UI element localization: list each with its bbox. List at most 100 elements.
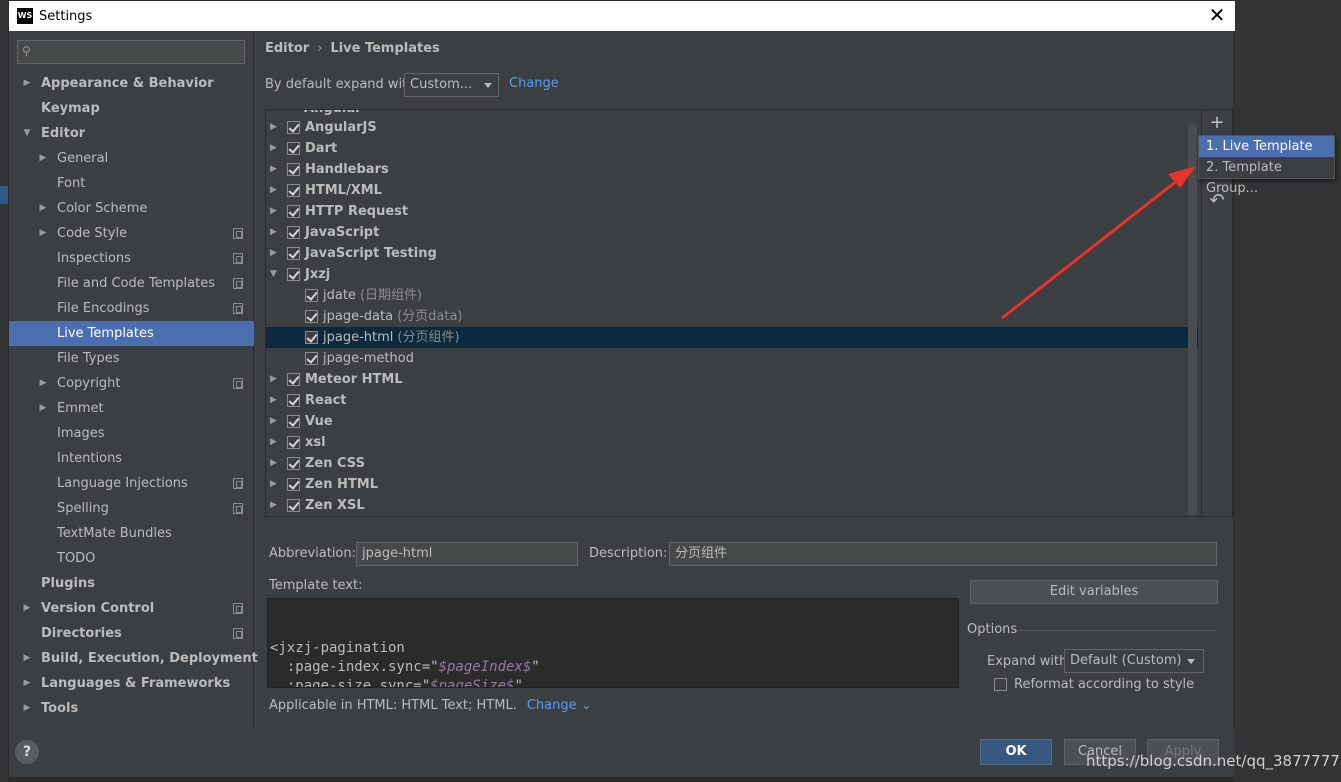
abbreviation-input[interactable]: jpage-html xyxy=(356,542,578,566)
chevron-right-icon[interactable]: ▶ xyxy=(270,201,280,222)
enabled-checkbox[interactable] xyxy=(287,184,300,197)
chevron-down-icon[interactable]: ▼ xyxy=(270,264,280,285)
enabled-checkbox[interactable] xyxy=(287,205,300,218)
sidebar-item[interactable]: Language Injections xyxy=(9,471,254,496)
expand-with-select[interactable]: Default (Custom) xyxy=(1064,649,1204,673)
enabled-checkbox[interactable] xyxy=(287,142,300,155)
breadcrumb-editor[interactable]: Editor xyxy=(265,41,309,56)
sidebar-item[interactable]: Inspections xyxy=(9,246,254,271)
chevron-right-icon[interactable]: ▶ xyxy=(270,390,280,411)
sidebar-item[interactable]: ▶ Languages & Frameworks xyxy=(9,671,254,696)
sidebar-item[interactable]: TextMate Bundles xyxy=(9,521,254,546)
search-input[interactable]: ⚲ xyxy=(17,40,245,64)
default-expand-select[interactable]: Custom... xyxy=(404,73,499,97)
template-group-row[interactable]: ▶ HTTP Request xyxy=(266,201,1198,222)
chevron-right-icon[interactable]: ▶ xyxy=(21,671,33,696)
sidebar-item[interactable]: Directories xyxy=(9,621,254,646)
template-group-row[interactable]: ▶ Zen HTML xyxy=(266,474,1198,495)
template-group-row[interactable]: ▶ AngularJS xyxy=(266,117,1198,138)
chevron-right-icon[interactable]: ▶ xyxy=(270,243,280,264)
sidebar-item[interactable]: Images xyxy=(9,421,254,446)
sidebar-item[interactable]: ▶ Color Scheme xyxy=(9,196,254,221)
chevron-right-icon[interactable]: ▶ xyxy=(270,474,280,495)
sidebar-item[interactable]: ▶ General xyxy=(9,146,254,171)
menu-item-live-template[interactable]: 1. Live Template xyxy=(1199,136,1334,157)
enabled-checkbox[interactable] xyxy=(287,163,300,176)
enabled-checkbox[interactable] xyxy=(287,478,300,491)
enabled-checkbox[interactable] xyxy=(287,121,300,134)
template-group-row[interactable]: ▶ Vue xyxy=(266,411,1198,432)
enabled-checkbox[interactable] xyxy=(287,394,300,407)
chevron-right-icon[interactable]: ▶ xyxy=(270,411,280,432)
applicable-change-link[interactable]: Change ⌄ xyxy=(527,698,592,713)
chevron-right-icon[interactable]: ▶ xyxy=(270,369,280,390)
template-group-row[interactable]: ▶ Zen XSL xyxy=(266,495,1198,516)
sidebar-item[interactable]: ▶ Version Control xyxy=(9,596,254,621)
template-group-row[interactable]: ▶ Dart xyxy=(266,138,1198,159)
chevron-right-icon[interactable]: ▶ xyxy=(270,159,280,180)
edit-variables-button[interactable]: Edit variables xyxy=(970,580,1218,604)
sidebar-item[interactable]: ▶ Code Style xyxy=(9,221,254,246)
template-group-row[interactable]: ▼ Jxzj xyxy=(266,264,1198,285)
menu-item-template-group[interactable]: 2. Template Group... xyxy=(1199,157,1334,196)
template-group-row[interactable]: ▶ HTML/XML xyxy=(266,180,1198,201)
chevron-right-icon[interactable]: ▶ xyxy=(37,196,49,221)
sidebar-item[interactable]: ▶ Appearance & Behavior xyxy=(9,71,254,96)
templates-scrollbar[interactable] xyxy=(1188,124,1197,516)
chevron-right-icon[interactable]: ▶ xyxy=(37,221,49,246)
add-icon[interactable]: + xyxy=(1206,112,1228,134)
template-row[interactable]: jdate (日期组件) xyxy=(266,285,1198,306)
template-row[interactable]: jpage-method xyxy=(266,348,1198,369)
description-input[interactable]: 分页组件 xyxy=(669,542,1217,566)
sidebar-item[interactable]: Plugins xyxy=(9,571,254,596)
reformat-checkbox[interactable] xyxy=(994,678,1007,691)
sidebar-item[interactable]: ▶ Build, Execution, Deployment xyxy=(9,646,258,671)
close-icon[interactable]: ✕ xyxy=(1207,5,1227,25)
enabled-checkbox[interactable] xyxy=(287,247,300,260)
sidebar-item[interactable]: TODO xyxy=(9,546,254,571)
template-group-row[interactable]: ▶ React xyxy=(266,390,1198,411)
template-group-row[interactable]: ▶ JavaScript Testing xyxy=(266,243,1198,264)
enabled-checkbox[interactable] xyxy=(287,268,300,281)
sidebar-item[interactable]: Keymap xyxy=(9,96,254,121)
chevron-right-icon[interactable]: ▶ xyxy=(21,646,33,671)
enabled-checkbox[interactable] xyxy=(305,289,318,302)
sidebar-item[interactable]: Intentions xyxy=(9,446,254,471)
chevron-right-icon[interactable]: ▶ xyxy=(37,146,49,171)
help-button[interactable]: ? xyxy=(15,740,39,764)
enabled-checkbox[interactable] xyxy=(305,352,318,365)
template-group-row[interactable]: ▶ Zen CSS xyxy=(266,453,1198,474)
chevron-right-icon[interactable]: ▶ xyxy=(37,371,49,396)
ok-button[interactable]: OK xyxy=(980,739,1052,765)
chevron-right-icon[interactable]: ▶ xyxy=(270,432,280,453)
chevron-right-icon[interactable]: ▶ xyxy=(270,495,280,516)
sidebar-item[interactable]: ▶ Emmet xyxy=(9,396,254,421)
enabled-checkbox[interactable] xyxy=(287,415,300,428)
enabled-checkbox[interactable] xyxy=(287,457,300,470)
sidebar-item[interactable]: ▶ Tools xyxy=(9,696,254,721)
sidebar-item[interactable]: ▼ Editor xyxy=(9,121,254,146)
change-link[interactable]: Change xyxy=(509,76,559,91)
enabled-checkbox[interactable] xyxy=(287,499,300,512)
chevron-right-icon[interactable]: ▶ xyxy=(37,396,49,421)
sidebar-item[interactable]: Spelling xyxy=(9,496,254,521)
template-group-row[interactable]: ▶ xsl xyxy=(266,432,1198,453)
sidebar-item[interactable]: File Encodings xyxy=(9,296,254,321)
chevron-right-icon[interactable]: ▶ xyxy=(270,180,280,201)
enabled-checkbox[interactable] xyxy=(305,310,318,323)
chevron-right-icon[interactable]: ▶ xyxy=(21,696,33,721)
chevron-right-icon[interactable]: ▶ xyxy=(21,596,33,621)
sidebar-item[interactable]: Font xyxy=(9,171,254,196)
chevron-right-icon[interactable]: ▶ xyxy=(270,453,280,474)
enabled-checkbox[interactable] xyxy=(287,436,300,449)
template-group-row[interactable]: ▶ JavaScript xyxy=(266,222,1198,243)
template-row[interactable]: jpage-html (分页组件) xyxy=(266,327,1198,348)
chevron-right-icon[interactable]: ▶ xyxy=(270,138,280,159)
template-group-row[interactable]: ▶ Meteor HTML xyxy=(266,369,1198,390)
sidebar-item[interactable]: ▶ Copyright xyxy=(9,371,254,396)
enabled-checkbox[interactable] xyxy=(305,331,318,344)
template-group-row[interactable]: ▶ Handlebars xyxy=(266,159,1198,180)
template-text-editor[interactable]: <jxzj-pagination :page-index.sync="$page… xyxy=(267,598,959,688)
chevron-right-icon[interactable]: ▶ xyxy=(270,222,280,243)
enabled-checkbox[interactable] xyxy=(287,373,300,386)
